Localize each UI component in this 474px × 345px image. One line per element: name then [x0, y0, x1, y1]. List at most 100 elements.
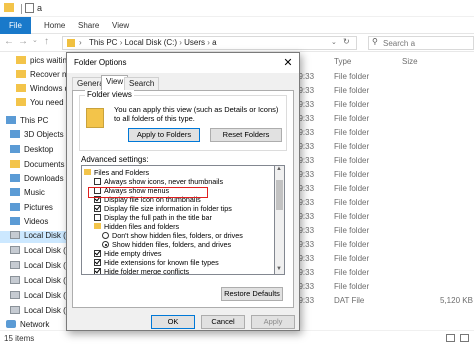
details-view-icon[interactable] — [446, 334, 455, 342]
drive-icon — [10, 291, 20, 299]
nav-item-local-disk[interactable]: Local Disk ( — [10, 291, 66, 303]
pictures-icon — [10, 203, 20, 211]
dialog-title: Folder Options — [74, 58, 127, 67]
back-arrow-icon[interactable]: ← — [4, 36, 14, 47]
folder-icon — [67, 39, 75, 47]
nav-item-local-disk[interactable]: Local Disk ( — [0, 231, 66, 243]
nav-item-music[interactable]: Music — [10, 188, 45, 200]
folder-icon — [4, 3, 14, 12]
drive-icon — [10, 261, 20, 269]
scroll-thumb[interactable] — [276, 180, 283, 210]
checkbox-checked[interactable] — [94, 268, 101, 274]
crumb-local-disk[interactable]: Local Disk (C:) — [125, 38, 177, 47]
cancel-button[interactable]: Cancel — [201, 315, 245, 329]
cube-icon — [10, 130, 20, 138]
option-hide-extensions[interactable]: Hide extensions for known file types — [94, 258, 219, 267]
nav-item[interactable]: pics waiting — [16, 56, 71, 68]
large-icons-view-icon[interactable] — [460, 334, 469, 342]
nav-item-local-disk[interactable]: Local Disk ( — [10, 246, 66, 258]
scroll-up-icon[interactable]: ▲ — [276, 166, 282, 172]
chevron-down-icon[interactable]: ⌄ — [331, 38, 337, 46]
drive-icon — [10, 276, 20, 284]
window-title: a — [37, 3, 43, 13]
nav-item-pictures[interactable]: Pictures — [10, 203, 53, 215]
folder-views-group: Folder views You can apply this view (su… — [79, 90, 287, 151]
nav-item[interactable]: Recover not — [16, 70, 73, 82]
column-header-size[interactable]: Size — [402, 57, 418, 66]
radio-button[interactable] — [102, 232, 109, 239]
reset-folders-button[interactable]: Reset Folders — [210, 128, 282, 142]
nav-item[interactable]: Windows de — [16, 84, 74, 96]
dialog-title-bar: Folder Options ✕ — [67, 53, 299, 73]
network-icon — [6, 320, 16, 328]
nav-item-this-pc[interactable]: This PC — [6, 116, 48, 128]
download-icon — [10, 174, 20, 182]
search-placeholder: Search a — [383, 39, 416, 48]
tab-view[interactable]: View — [112, 21, 129, 30]
address-bar[interactable]: › This PC › Local Disk (C:) › Users › a … — [62, 36, 357, 50]
checkbox-checked[interactable] — [94, 205, 101, 212]
option-hide-empty-drives[interactable]: Hide empty drives — [94, 249, 162, 258]
checkbox[interactable] — [94, 178, 101, 185]
restore-defaults-button[interactable]: Restore Defaults — [221, 287, 283, 301]
apply-button[interactable]: Apply — [251, 315, 295, 329]
crumb-users[interactable]: Users — [184, 38, 205, 47]
folder-options-dialog: Folder Options ✕ General View Search Fol… — [66, 52, 300, 331]
nav-item-videos[interactable]: Videos — [10, 217, 48, 229]
tab-share[interactable]: Share — [78, 21, 99, 30]
nav-item-local-disk[interactable]: Local Disk ( — [10, 261, 66, 273]
apply-to-folders-button[interactable]: Apply to Folders — [128, 128, 200, 142]
refresh-icon[interactable]: ↻ — [343, 37, 350, 46]
folder-icon — [16, 56, 26, 64]
option-always-show-icons[interactable]: Always show icons, never thumbnails — [94, 177, 223, 186]
option-display-file-size[interactable]: Display file size information in folder … — [94, 204, 232, 213]
tab-search[interactable]: Search — [124, 77, 160, 90]
chevron-right-icon: › — [79, 38, 82, 47]
nav-item-desktop[interactable]: Desktop — [10, 145, 53, 157]
checkbox-checked[interactable] — [94, 259, 101, 266]
nav-item-local-disk[interactable]: Local Disk ( — [10, 306, 66, 318]
search-input[interactable]: ⚲ Search a — [368, 36, 474, 50]
item-count: 15 items — [4, 334, 35, 343]
nav-item-3d-objects[interactable]: 3D Objects — [10, 130, 64, 142]
breadcrumb: This PC › Local Disk (C:) › Users › a — [89, 38, 217, 47]
folder-icon — [84, 169, 91, 175]
ribbon-tabs: File Home Share View — [0, 17, 474, 34]
folder-views-legend: Folder views — [85, 90, 134, 99]
radio-button-selected[interactable] — [102, 241, 109, 248]
ok-button[interactable]: OK — [151, 315, 195, 329]
close-icon[interactable]: ✕ — [280, 55, 296, 71]
video-icon — [10, 217, 20, 225]
tab-file[interactable]: File — [0, 17, 31, 34]
highlight-annotation — [88, 187, 208, 198]
option-dont-show-hidden[interactable]: Don't show hidden files, folders, or dri… — [102, 231, 243, 240]
category-hidden-files: Hidden files and folders — [94, 222, 179, 231]
search-icon: ⚲ — [372, 37, 378, 46]
nav-item-downloads[interactable]: Downloads — [10, 174, 64, 186]
forward-arrow-icon[interactable]: → — [18, 36, 28, 47]
navigation-pane: pics waiting Recover not Windows de You … — [0, 52, 74, 330]
checkbox-checked[interactable] — [94, 250, 101, 257]
recent-dropdown-icon[interactable]: ⌄ — [32, 36, 38, 44]
category-files-and-folders: Files and Folders — [84, 168, 149, 177]
option-display-full-path[interactable]: Display the full path in the title bar — [94, 213, 212, 222]
scroll-down-icon[interactable]: ▼ — [276, 266, 282, 272]
title-bar: a — [0, 0, 474, 17]
checkbox[interactable] — [94, 214, 101, 221]
scrollbar[interactable]: ▲ ▼ — [275, 165, 285, 275]
music-icon — [10, 188, 20, 196]
nav-item-documents[interactable]: Documents — [10, 160, 64, 172]
crumb-this-pc[interactable]: This PC — [89, 38, 117, 47]
nav-item-local-disk[interactable]: Local Disk ( — [10, 276, 66, 288]
folder-views-description: You can apply this view (such as Details… — [114, 105, 279, 123]
crumb-a[interactable]: a — [212, 38, 216, 47]
tab-home[interactable]: Home — [44, 21, 65, 30]
properties-icon[interactable] — [25, 3, 34, 13]
column-header-type[interactable]: Type — [334, 57, 351, 66]
nav-item[interactable]: You need a — [16, 98, 70, 110]
computer-icon — [6, 116, 16, 124]
option-hide-merge-conflicts[interactable]: Hide folder merge conflicts — [94, 267, 189, 274]
option-show-hidden[interactable]: Show hidden files, folders, and drives — [102, 240, 231, 249]
up-arrow-icon[interactable]: ↑ — [44, 36, 49, 47]
folder-icon — [16, 98, 26, 106]
